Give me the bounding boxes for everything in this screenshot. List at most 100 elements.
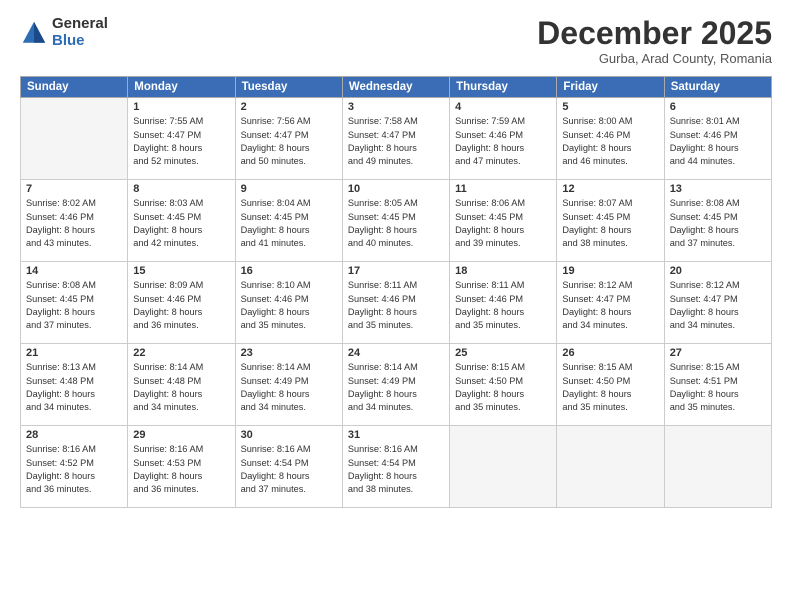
cell-info: Sunrise: 8:12 AMSunset: 4:47 PMDaylight:… (562, 279, 658, 332)
table-row: 14Sunrise: 8:08 AMSunset: 4:45 PMDayligh… (21, 262, 128, 344)
day-number: 15 (133, 265, 229, 277)
cell-info: Sunrise: 8:00 AMSunset: 4:46 PMDaylight:… (562, 115, 658, 168)
day-number: 20 (670, 265, 766, 277)
cell-info: Sunrise: 8:16 AMSunset: 4:54 PMDaylight:… (241, 443, 337, 496)
day-number: 30 (241, 429, 337, 441)
day-number: 10 (348, 183, 444, 195)
calendar-week-row: 1 Sunrise: 7:55 AMSunset: 4:47 PMDaylight… (21, 98, 772, 180)
calendar-week-row: 28 Sunrise: 8:16 AMSunset: 4:52 PMDayligh… (21, 426, 772, 508)
table-row: 29 Sunrise: 8:16 AMSunset: 4:53 PMDayligh… (128, 426, 235, 508)
cell-info: Sunrise: 8:01 AMSunset: 4:46 PMDaylight:… (670, 115, 766, 168)
cell-info: Sunrise: 8:03 AMSunset: 4:45 PMDaylight:… (133, 197, 229, 250)
table-row: 25Sunrise: 8:15 AMSunset: 4:50 PMDayligh… (450, 344, 557, 426)
day-number: 1 (133, 101, 229, 113)
day-number: 28 (26, 429, 122, 441)
day-number: 12 (562, 183, 658, 195)
table-row: 17 Sunrise: 8:11 AMSunset: 4:46 PMDayligh… (342, 262, 449, 344)
page: General Blue December 2025 Gurba, Arad C… (0, 0, 792, 612)
table-row: 16 Sunrise: 8:10 AMSunset: 4:46 PMDayligh… (235, 262, 342, 344)
cell-info: Sunrise: 8:15 AMSunset: 4:50 PMDaylight:… (562, 361, 658, 414)
day-number: 13 (670, 183, 766, 195)
cell-info: Sunrise: 8:13 AMSunset: 4:48 PMDaylight:… (26, 361, 122, 414)
title-block: December 2025 Gurba, Arad County, Romani… (537, 16, 772, 66)
col-tuesday: Tuesday (235, 77, 342, 98)
logo-general: General (52, 16, 108, 33)
calendar-week-row: 7 Sunrise: 8:02 AMSunset: 4:46 PMDaylight… (21, 180, 772, 262)
cell-info: Sunrise: 8:15 AMSunset: 4:51 PMDaylight:… (670, 361, 766, 414)
day-number: 27 (670, 347, 766, 359)
table-row: 18 Sunrise: 8:11 AMSunset: 4:46 PMDayligh… (450, 262, 557, 344)
cell-info: Sunrise: 7:56 AMSunset: 4:47 PMDaylight:… (241, 115, 337, 168)
table-row: 6 Sunrise: 8:01 AMSunset: 4:46 PMDaylight… (664, 98, 771, 180)
day-number: 18 (455, 265, 551, 277)
day-number: 25 (455, 347, 551, 359)
header: General Blue December 2025 Gurba, Arad C… (20, 16, 772, 66)
day-number: 7 (26, 183, 122, 195)
col-monday: Monday (128, 77, 235, 98)
cell-info: Sunrise: 8:16 AMSunset: 4:52 PMDaylight:… (26, 443, 122, 496)
cell-info: Sunrise: 8:12 AMSunset: 4:47 PMDaylight:… (670, 279, 766, 332)
cell-info: Sunrise: 8:16 AMSunset: 4:53 PMDaylight:… (133, 443, 229, 496)
table-row (21, 98, 128, 180)
cell-info: Sunrise: 8:11 AMSunset: 4:46 PMDaylight:… (455, 279, 551, 332)
table-row: 7 Sunrise: 8:02 AMSunset: 4:46 PMDaylight… (21, 180, 128, 262)
calendar-week-row: 14Sunrise: 8:08 AMSunset: 4:45 PMDayligh… (21, 262, 772, 344)
cell-info: Sunrise: 8:14 AMSunset: 4:49 PMDaylight:… (241, 361, 337, 414)
cell-info: Sunrise: 8:02 AMSunset: 4:46 PMDaylight:… (26, 197, 122, 250)
day-number: 9 (241, 183, 337, 195)
table-row: 1 Sunrise: 7:55 AMSunset: 4:47 PMDaylight… (128, 98, 235, 180)
cell-info: Sunrise: 8:05 AMSunset: 4:45 PMDaylight:… (348, 197, 444, 250)
location-subtitle: Gurba, Arad County, Romania (537, 51, 772, 66)
logo-text: General Blue (52, 16, 108, 49)
table-row: 8 Sunrise: 8:03 AMSunset: 4:45 PMDaylight… (128, 180, 235, 262)
cell-info: Sunrise: 8:16 AMSunset: 4:54 PMDaylight:… (348, 443, 444, 496)
table-row: 19 Sunrise: 8:12 AMSunset: 4:47 PMDayligh… (557, 262, 664, 344)
day-number: 17 (348, 265, 444, 277)
table-row (450, 426, 557, 508)
table-row: 27 Sunrise: 8:15 AMSunset: 4:51 PMDayligh… (664, 344, 771, 426)
day-number: 5 (562, 101, 658, 113)
table-row: 12Sunrise: 8:07 AMSunset: 4:45 PMDayligh… (557, 180, 664, 262)
day-number: 23 (241, 347, 337, 359)
day-number: 29 (133, 429, 229, 441)
day-number: 19 (562, 265, 658, 277)
cell-info: Sunrise: 8:06 AMSunset: 4:45 PMDaylight:… (455, 197, 551, 250)
cell-info: Sunrise: 8:11 AMSunset: 4:46 PMDaylight:… (348, 279, 444, 332)
table-row: 5 Sunrise: 8:00 AMSunset: 4:46 PMDaylight… (557, 98, 664, 180)
cell-info: Sunrise: 7:55 AMSunset: 4:47 PMDaylight:… (133, 115, 229, 168)
table-row: 13 Sunrise: 8:08 AMSunset: 4:45 PMDayligh… (664, 180, 771, 262)
table-row: 3Sunrise: 7:58 AMSunset: 4:47 PMDaylight… (342, 98, 449, 180)
day-number: 24 (348, 347, 444, 359)
day-number: 3 (348, 101, 444, 113)
cell-info: Sunrise: 8:08 AMSunset: 4:45 PMDaylight:… (670, 197, 766, 250)
table-row: 9 Sunrise: 8:04 AMSunset: 4:45 PMDaylight… (235, 180, 342, 262)
table-row: 15Sunrise: 8:09 AMSunset: 4:46 PMDayligh… (128, 262, 235, 344)
table-row: 24 Sunrise: 8:14 AMSunset: 4:49 PMDayligh… (342, 344, 449, 426)
day-number: 4 (455, 101, 551, 113)
col-sunday: Sunday (21, 77, 128, 98)
day-number: 26 (562, 347, 658, 359)
logo-icon (20, 19, 48, 47)
day-number: 21 (26, 347, 122, 359)
calendar-week-row: 21 Sunrise: 8:13 AMSunset: 4:48 PMDayligh… (21, 344, 772, 426)
table-row (664, 426, 771, 508)
table-row: 26 Sunrise: 8:15 AMSunset: 4:50 PMDayligh… (557, 344, 664, 426)
col-wednesday: Wednesday (342, 77, 449, 98)
table-row: 10 Sunrise: 8:05 AMSunset: 4:45 PMDayligh… (342, 180, 449, 262)
cell-info: Sunrise: 8:14 AMSunset: 4:49 PMDaylight:… (348, 361, 444, 414)
table-row: 11Sunrise: 8:06 AMSunset: 4:45 PMDayligh… (450, 180, 557, 262)
day-number: 8 (133, 183, 229, 195)
day-number: 16 (241, 265, 337, 277)
day-number: 22 (133, 347, 229, 359)
day-number: 14 (26, 265, 122, 277)
logo: General Blue (20, 16, 108, 49)
cell-info: Sunrise: 8:04 AMSunset: 4:45 PMDaylight:… (241, 197, 337, 250)
table-row: 2Sunrise: 7:56 AMSunset: 4:47 PMDaylight… (235, 98, 342, 180)
table-row: 4Sunrise: 7:59 AMSunset: 4:46 PMDaylight… (450, 98, 557, 180)
table-row: 23 Sunrise: 8:14 AMSunset: 4:49 PMDayligh… (235, 344, 342, 426)
table-row: 20 Sunrise: 8:12 AMSunset: 4:47 PMDayligh… (664, 262, 771, 344)
day-number: 6 (670, 101, 766, 113)
calendar-header-row: Sunday Monday Tuesday Wednesday Thursday… (21, 77, 772, 98)
calendar-table: Sunday Monday Tuesday Wednesday Thursday… (20, 76, 772, 508)
cell-info: Sunrise: 8:10 AMSunset: 4:46 PMDaylight:… (241, 279, 337, 332)
